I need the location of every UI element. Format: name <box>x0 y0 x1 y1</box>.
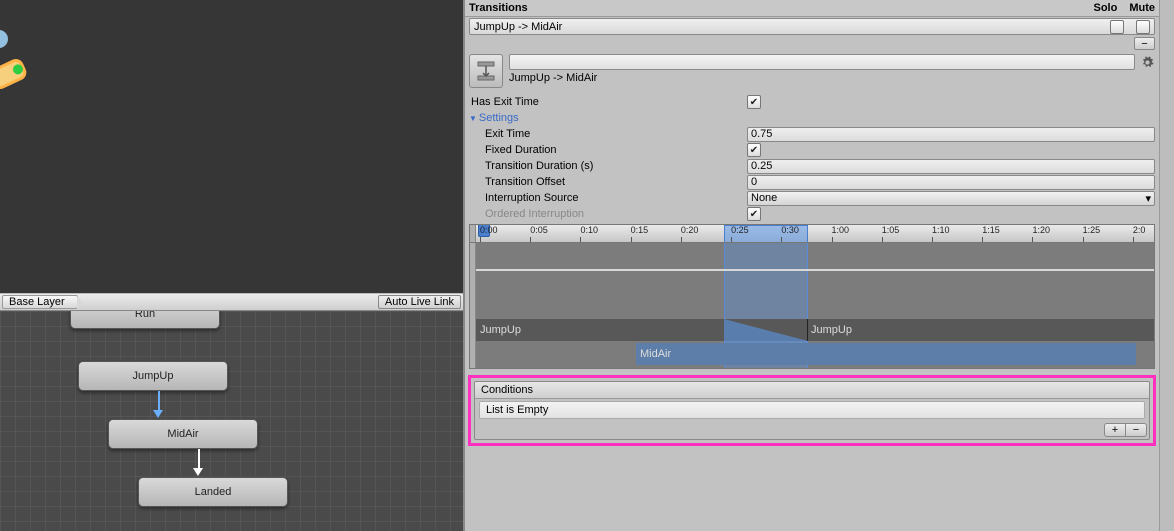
ruler-tick: 2:0 <box>1133 225 1146 242</box>
node-label: Run <box>135 311 155 320</box>
conditions-empty: List is Empty <box>479 401 1145 419</box>
ruler-tick: 0:25 <box>731 225 749 242</box>
transition-name-label: JumpUp -> MidAir <box>509 72 1155 84</box>
state-node-jumpup[interactable]: JumpUp <box>78 361 228 391</box>
transition-duration-input[interactable]: 0.25 <box>747 159 1155 174</box>
exit-time-label: Exit Time <box>469 128 747 140</box>
transition-name-input[interactable] <box>509 54 1135 70</box>
transition-offset-label: Transition Offset <box>469 176 747 188</box>
mute-label: Mute <box>1129 2 1155 14</box>
node-fragment[interactable] <box>0 30 8 48</box>
remove-transition-button[interactable]: − <box>1134 37 1155 50</box>
gear-button[interactable] <box>1139 54 1155 70</box>
transition-list-item[interactable]: JumpUp -> MidAir <box>469 18 1155 35</box>
transitions-header: Transitions Solo Mute <box>465 0 1159 17</box>
ruler-content[interactable]: 0:00 0:05 0:10 0:15 0:20 0:25 0:30 1:00 1:05 1:10… <box>476 225 1154 242</box>
breadcrumb-label: Base Layer <box>9 296 65 308</box>
auto-live-link-button[interactable]: Auto Live Link <box>378 295 461 309</box>
clip-label: MidAir <box>640 348 671 360</box>
state-node-landed[interactable]: Landed <box>138 477 288 507</box>
plus-icon: + <box>1112 424 1118 436</box>
clip-label: JumpUp <box>480 324 521 336</box>
transition-name-block: JumpUp -> MidAir <box>465 50 1159 94</box>
ruler-tick: 1:05 <box>882 225 900 242</box>
clip-track-b[interactable]: MidAir <box>636 343 1136 365</box>
graph-upper[interactable] <box>0 0 463 293</box>
auto-live-link-label: Auto Live Link <box>385 296 454 308</box>
ordered-interruption-label: Ordered Interruption <box>469 208 747 220</box>
conditions-highlight: Conditions List is Empty + − <box>468 375 1156 446</box>
settings-label: Settings <box>479 112 519 124</box>
ruler-tick: 0:05 <box>530 225 548 242</box>
node-label: Landed <box>195 486 232 498</box>
ruler-tick: 0:00 <box>480 225 498 242</box>
minus-icon: − <box>1133 424 1139 436</box>
node-label: MidAir <box>167 428 198 440</box>
arrow-head-icon <box>153 410 163 418</box>
minus-icon: − <box>1141 38 1147 50</box>
breadcrumb[interactable]: Base Layer <box>2 295 78 309</box>
ordered-interruption-checkbox <box>747 207 761 221</box>
timeline-ruler[interactable]: 0:00 0:05 0:10 0:15 0:20 0:25 0:30 1:00 1:05 1:10… <box>470 225 1154 243</box>
ruler-tick: 1:15 <box>982 225 1000 242</box>
solo-checkbox[interactable] <box>1110 20 1124 34</box>
conditions-header: Conditions <box>475 382 1149 399</box>
transition-item-label: JumpUp -> MidAir <box>474 21 562 33</box>
ruler-tick: 1:20 <box>1032 225 1050 242</box>
animator-panel: Base Layer Auto Live Link Run JumpUp Mid… <box>0 0 465 531</box>
has-exit-time-checkbox[interactable] <box>747 95 761 109</box>
transition-icon <box>469 54 503 88</box>
mute-checkbox[interactable] <box>1136 20 1150 34</box>
ruler-tick: 0:10 <box>580 225 598 242</box>
ruler-tick: 0:20 <box>681 225 699 242</box>
transition-timeline[interactable]: 0:00 0:05 0:10 0:15 0:20 0:25 0:30 1:00 1:05 1:10… <box>469 224 1155 369</box>
transitions-title: Transitions <box>469 2 528 14</box>
add-condition-button[interactable]: + <box>1104 423 1126 437</box>
fixed-duration-checkbox[interactable] <box>747 143 761 157</box>
partial-nodes <box>0 30 30 120</box>
properties: Has Exit Time Settings Exit Time 0.75 Fi… <box>465 94 1159 222</box>
fixed-duration-label: Fixed Duration <box>469 144 747 156</box>
state-graph[interactable]: Run JumpUp MidAir Landed <box>0 311 463 531</box>
state-node-midair[interactable]: MidAir <box>108 419 258 449</box>
weight-track <box>476 269 1154 271</box>
ruler-tick: 1:00 <box>832 225 850 242</box>
remove-condition-button[interactable]: − <box>1125 423 1147 437</box>
ruler-tick: 0:15 <box>631 225 649 242</box>
inspector-panel: Transitions Solo Mute JumpUp -> MidAir −… <box>465 0 1159 531</box>
graph-toolbar: Base Layer Auto Live Link <box>0 293 463 311</box>
state-node-run[interactable]: Run <box>70 311 220 329</box>
ruler-tick: 0:30 <box>781 225 799 242</box>
ruler-tick: 1:10 <box>932 225 950 242</box>
scrollbar[interactable] <box>1159 0 1174 531</box>
settings-foldout[interactable]: Settings <box>469 112 519 124</box>
arrow-head-icon <box>193 468 203 476</box>
interruption-source-label: Interruption Source <box>469 192 747 204</box>
solo-label: Solo <box>1093 2 1117 14</box>
clip-track-a[interactable]: JumpUp JumpUp <box>476 319 1154 341</box>
clip-label: JumpUp <box>811 324 852 336</box>
transition-offset-input[interactable]: 0 <box>747 175 1155 190</box>
conditions-list: Conditions List is Empty + − <box>474 381 1150 440</box>
node-label: JumpUp <box>133 370 174 382</box>
interruption-source-dropdown[interactable]: None▾ <box>747 191 1155 206</box>
ruler-tick: 1:25 <box>1083 225 1101 242</box>
selected-node-fragment[interactable] <box>0 56 29 91</box>
exit-time-input[interactable]: 0.75 <box>747 127 1155 142</box>
chevron-down-icon: ▾ <box>1145 192 1151 205</box>
has-exit-time-label: Has Exit Time <box>469 96 747 108</box>
timeline-tracks[interactable]: JumpUp JumpUp MidAir <box>476 243 1154 368</box>
transition-duration-label: Transition Duration (s) <box>469 160 747 172</box>
